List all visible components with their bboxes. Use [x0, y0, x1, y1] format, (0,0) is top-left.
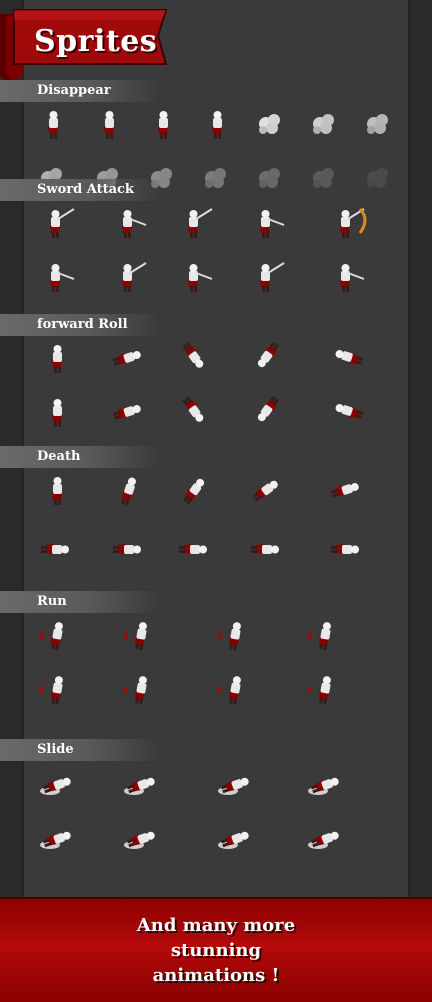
section-header-bar: Death	[0, 446, 160, 468]
sprite-frame-icon	[246, 259, 285, 293]
sprite-frame-icon	[174, 340, 208, 374]
footer-line-3: animations !	[152, 965, 280, 986]
sprite-frame-icon	[36, 617, 70, 651]
sprite-frame-icon	[174, 205, 213, 239]
section-title: Death	[37, 449, 81, 464]
sprite-frame-icon	[32, 106, 66, 140]
sprite-frame-icon	[108, 340, 142, 374]
sprite-frame-icon	[36, 671, 70, 705]
sprite-frame-icon	[304, 819, 339, 853]
sprite-frame-icon	[250, 106, 284, 140]
sprite-frame-icon	[120, 765, 155, 799]
sprite-frame-icon	[36, 765, 71, 799]
footer-tagline: And many more stunning animations !	[0, 913, 432, 988]
section-header-bar: Run	[0, 591, 160, 613]
sprite-frame-icon	[174, 526, 208, 560]
sprite-frame-icon	[36, 526, 70, 560]
sprite-frame-icon	[196, 160, 230, 194]
left-border	[0, 0, 22, 1000]
sprite-frame-icon	[246, 394, 280, 428]
sprite-frame-icon	[358, 160, 392, 194]
sprite-frame-icon	[214, 671, 248, 705]
sprite-frame-icon	[326, 340, 364, 374]
sprite-frame-icon	[246, 205, 285, 239]
sprite-frame-icon	[214, 765, 249, 799]
footer-banner: And many more stunning animations !	[0, 897, 432, 1002]
section-header-bar: forward Roll	[0, 314, 160, 336]
section-title: Sword Attack	[37, 182, 134, 197]
sprite-frame-icon	[214, 617, 248, 651]
sprite-frame-icon	[358, 106, 392, 140]
sprite-frame-icon	[196, 106, 230, 140]
right-border	[410, 0, 432, 1000]
sprite-frame-icon	[88, 106, 122, 140]
sprite-frame-icon	[36, 205, 75, 239]
footer-line-1: And many more	[136, 915, 296, 936]
sprite-frame-icon	[304, 160, 338, 194]
section-title: forward Roll	[37, 317, 128, 332]
sprite-frame-icon	[326, 526, 360, 560]
sprite-frame-icon	[174, 259, 213, 293]
sprite-frame-icon	[304, 671, 338, 705]
section-header-bar: Sword Attack	[0, 179, 160, 201]
sprite-frame-icon	[214, 819, 249, 853]
page-title: Sprites	[34, 24, 158, 59]
sprite-frame-icon	[36, 259, 75, 293]
sprite-frame-icon	[120, 617, 154, 651]
sprite-frame-icon	[174, 394, 208, 428]
sprite-frame-icon	[36, 340, 70, 374]
sprite-frame-icon	[36, 394, 70, 428]
sprite-frame-icon	[108, 472, 142, 506]
sprite-frame-icon	[36, 819, 71, 853]
sprite-frame-icon	[120, 671, 154, 705]
sprite-frame-icon	[36, 472, 70, 506]
sprite-frame-icon	[246, 526, 280, 560]
section-header-bar: Slide	[0, 739, 160, 761]
section-title: Run	[37, 594, 67, 609]
sprite-frame-icon	[108, 526, 142, 560]
sprite-frame-icon	[304, 106, 338, 140]
sprite-frame-icon	[304, 765, 339, 799]
footer-line-2: stunning	[170, 940, 262, 961]
sprite-frame-icon	[246, 472, 280, 506]
sprite-frame-icon	[250, 160, 284, 194]
sprite-frame-icon	[174, 472, 208, 506]
sprite-frame-icon	[108, 394, 142, 428]
sprite-frame-icon	[326, 472, 360, 506]
title-ribbon: Sprites	[0, 6, 170, 86]
sprite-frame-icon	[120, 819, 155, 853]
sprite-frame-icon	[326, 259, 365, 293]
sprite-frame-icon	[108, 259, 147, 293]
sprite-frame-icon	[326, 394, 364, 428]
sprite-frame-icon	[304, 617, 338, 651]
section-header-bar: Disappear	[0, 80, 160, 102]
sprite-frame-icon	[246, 340, 280, 374]
sprite-frame-icon	[108, 205, 147, 239]
section-title: Disappear	[37, 83, 111, 98]
sprite-frame-icon	[142, 106, 176, 140]
sprite-frame-icon	[326, 205, 367, 239]
section-title: Slide	[37, 742, 74, 757]
